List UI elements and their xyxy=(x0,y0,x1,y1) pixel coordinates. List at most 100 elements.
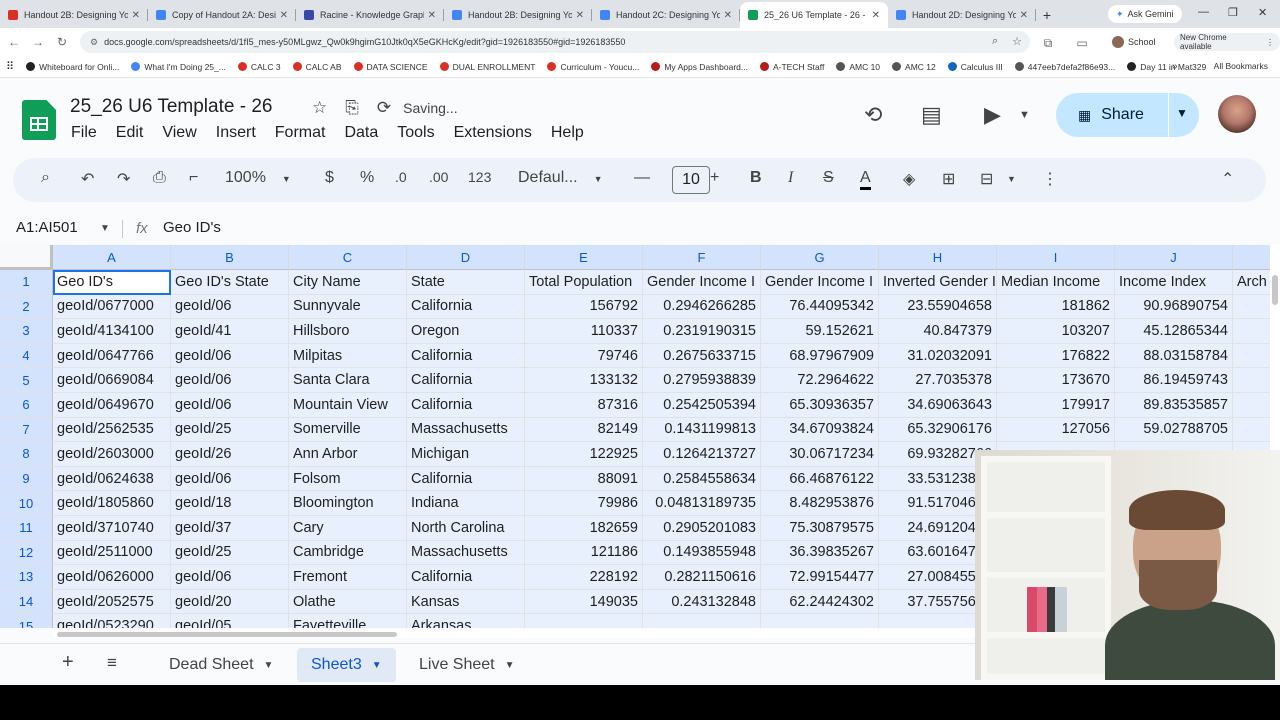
forward-icon[interactable]: → xyxy=(26,35,50,49)
bookmark-item[interactable]: 447eeb7defa2f86e93... xyxy=(1014,62,1115,72)
row-header[interactable]: 13 xyxy=(0,565,53,590)
data-cell[interactable]: California xyxy=(407,343,525,369)
search-menus-icon[interactable]: ⌕ xyxy=(41,169,50,187)
data-cell[interactable]: California xyxy=(407,294,525,320)
data-cell[interactable]: geoId/0669084 xyxy=(53,368,171,393)
data-cell[interactable]: Michigan xyxy=(407,442,525,467)
data-cell[interactable]: 82149 xyxy=(525,417,643,443)
header-cell[interactable]: Inverted Gender I xyxy=(879,270,997,295)
data-cell[interactable]: 72.99154477 xyxy=(761,565,879,590)
undo-icon[interactable]: ↶ xyxy=(81,169,94,189)
currency-button[interactable]: $ xyxy=(325,169,334,187)
data-cell[interactable]: North Carolina xyxy=(407,516,525,541)
data-cell[interactable]: geoId/20 xyxy=(171,589,289,615)
new-chrome-button[interactable]: New Chrome available ⋮ xyxy=(1174,33,1280,51)
data-cell[interactable]: 176822 xyxy=(997,343,1115,369)
header-cell[interactable]: Median Income xyxy=(997,270,1115,295)
data-cell[interactable]: 0.2319190315 xyxy=(643,319,761,344)
data-cell[interactable]: geoId/0626000 xyxy=(53,565,171,590)
row-header[interactable]: 11 xyxy=(0,516,53,541)
data-cell[interactable]: 110337 xyxy=(525,319,643,344)
data-cell[interactable]: geoId/0649670 xyxy=(53,393,171,418)
column-header[interactable] xyxy=(1233,245,1270,270)
data-cell[interactable]: Massachusetts xyxy=(407,540,525,566)
close-tab-icon[interactable]: ✕ xyxy=(872,10,880,21)
header-cell[interactable]: Gender Income I xyxy=(761,270,879,295)
data-cell[interactable]: Fremont xyxy=(289,565,407,590)
data-cell[interactable]: California xyxy=(407,565,525,590)
bookmark-item[interactable]: Calculus III xyxy=(947,62,1003,72)
data-cell[interactable]: 34.69063643 xyxy=(879,393,997,418)
row-header[interactable]: 7 xyxy=(0,417,53,443)
fill-color-icon[interactable]: ◈ xyxy=(903,169,915,189)
row-header[interactable]: 8 xyxy=(0,442,53,467)
browser-tab[interactable]: Handout 2C: Designing Your ✕ xyxy=(592,2,740,28)
close-tab-icon[interactable]: ✕ xyxy=(132,10,140,21)
data-cell[interactable]: 8.482953876 xyxy=(761,491,879,516)
data-cell[interactable] xyxy=(1233,319,1270,344)
data-cell[interactable]: geoId/4134100 xyxy=(53,319,171,344)
data-cell[interactable]: 34.67093824 xyxy=(761,417,879,443)
menu-insert[interactable]: Insert xyxy=(216,124,256,142)
data-cell[interactable]: Mountain View xyxy=(289,393,407,418)
data-cell[interactable]: Folsom xyxy=(289,466,407,492)
menu-edit[interactable]: Edit xyxy=(116,124,144,142)
row-header[interactable]: 3 xyxy=(0,319,53,344)
browser-tab[interactable]: Handout 2B: Designing Your ✕ xyxy=(444,2,592,28)
data-cell[interactable]: 149035 xyxy=(525,589,643,615)
data-cell[interactable]: 76.44095342 xyxy=(761,294,879,320)
data-cell[interactable]: Kansas xyxy=(407,589,525,615)
bookmark-item[interactable]: CALC AB xyxy=(292,62,342,72)
data-cell[interactable]: Oregon xyxy=(407,319,525,344)
column-header[interactable]: I xyxy=(997,245,1115,270)
data-cell[interactable]: geoId/05 xyxy=(171,614,289,628)
data-cell[interactable] xyxy=(643,614,761,628)
data-cell[interactable]: geoId/0624638 xyxy=(53,466,171,492)
data-cell[interactable]: geoId/18 xyxy=(171,491,289,516)
menu-file[interactable]: File xyxy=(71,124,97,142)
browser-tab[interactable]: Handout 2B: Designing Your ✕ xyxy=(0,2,148,28)
data-cell[interactable]: 0.243132848 xyxy=(643,589,761,615)
data-cell[interactable]: Massachusetts xyxy=(407,417,525,443)
data-cell[interactable]: 0.2675633715 xyxy=(643,343,761,369)
paint-format-icon[interactable]: ⌐ xyxy=(189,169,198,187)
bookmark-item[interactable]: CALC 3 xyxy=(237,62,281,72)
data-cell[interactable]: 122925 xyxy=(525,442,643,467)
header-cell[interactable]: Income Index xyxy=(1115,270,1233,295)
data-cell[interactable]: 0.2905201083 xyxy=(643,516,761,541)
data-cell[interactable]: California xyxy=(407,393,525,418)
apps-grid-icon[interactable]: ⠿ xyxy=(6,60,14,73)
data-cell[interactable]: 87316 xyxy=(525,393,643,418)
data-cell[interactable]: 0.1264213727 xyxy=(643,442,761,467)
data-cell[interactable]: 79746 xyxy=(525,343,643,369)
zoom-icon[interactable]: ⌕ xyxy=(992,35,998,48)
menu-data[interactable]: Data xyxy=(344,124,378,142)
data-cell[interactable]: 0.2946266285 xyxy=(643,294,761,320)
chevron-down-icon[interactable]: ▼ xyxy=(505,660,515,671)
data-cell[interactable]: geoId/0647766 xyxy=(53,343,171,369)
chevron-down-icon[interactable]: ▼ xyxy=(1007,174,1016,184)
data-cell[interactable]: 45.12865344 xyxy=(1115,319,1233,344)
column-header[interactable]: F xyxy=(643,245,761,270)
zoom-select[interactable]: 100% ▼ xyxy=(225,169,291,187)
data-cell[interactable]: 31.02032091 xyxy=(879,343,997,369)
bookmark-item[interactable]: My Apps Dashboard... xyxy=(651,62,748,72)
formula-input[interactable]: Geo ID's xyxy=(163,219,221,236)
data-cell[interactable]: 65.32906176 xyxy=(879,417,997,443)
data-cell[interactable]: 0.04813189735 xyxy=(643,491,761,516)
percent-button[interactable]: % xyxy=(360,169,374,187)
data-cell[interactable]: 0.2584558634 xyxy=(643,466,761,492)
data-cell[interactable] xyxy=(761,614,879,628)
meet-video-icon[interactable]: ▶ xyxy=(984,102,1001,128)
header-cell[interactable]: State xyxy=(407,270,525,295)
column-header[interactable]: H xyxy=(879,245,997,270)
data-cell[interactable]: 62.24424302 xyxy=(761,589,879,615)
data-cell[interactable]: geoId/37 xyxy=(171,516,289,541)
row-header[interactable]: 6 xyxy=(0,393,53,418)
merge-cells-icon[interactable]: ⊟ xyxy=(980,169,993,189)
data-cell[interactable]: California xyxy=(407,368,525,393)
menu-help[interactable]: Help xyxy=(551,124,584,142)
chevron-down-icon[interactable]: ▼ xyxy=(100,223,110,234)
data-cell[interactable]: geoId/2511000 xyxy=(53,540,171,566)
close-tab-icon[interactable]: ✕ xyxy=(1020,10,1028,21)
